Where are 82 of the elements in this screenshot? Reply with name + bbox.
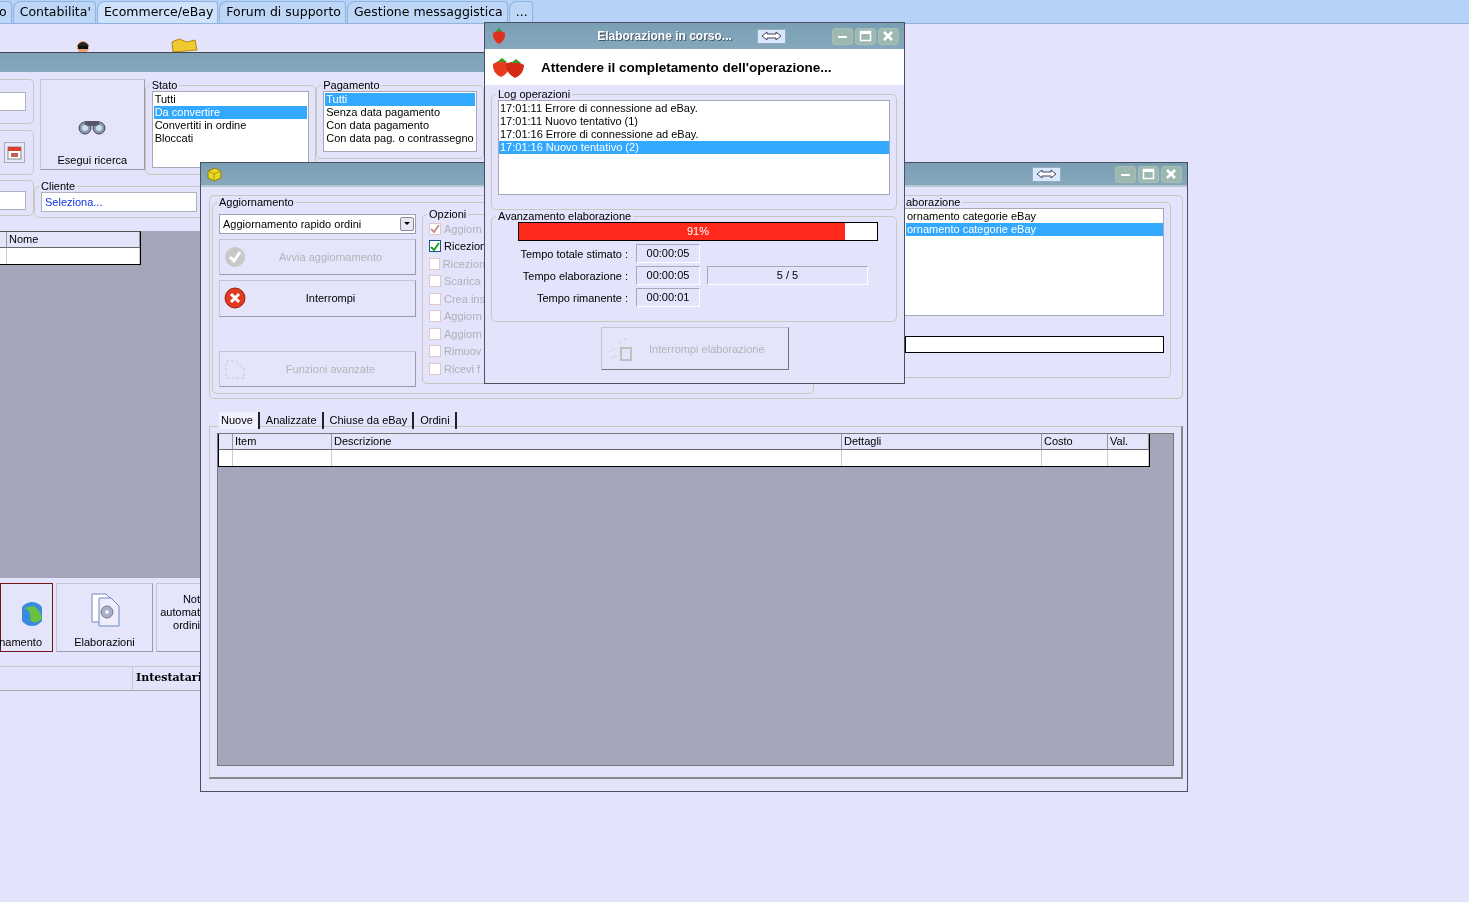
column-header: Val. [1108, 434, 1149, 450]
gear-document-icon [88, 592, 121, 628]
app-tab[interactable]: Ecommerce/eBay [96, 1, 219, 23]
list-item[interactable]: Tutti [153, 93, 308, 106]
count-value: 5 / 5 [707, 266, 868, 285]
group-title: Avanzamento elaborazione [497, 210, 633, 222]
list-item[interactable]: Con data pagamento [325, 119, 475, 132]
app-tab[interactable]: ... [508, 1, 533, 23]
log-entry[interactable]: 17:01:16 Errore di connessione ad eBay. [499, 128, 889, 141]
group-title: Stato [150, 79, 179, 91]
list-item[interactable]: Con data pag. o contrassegno [325, 132, 475, 145]
resize-button[interactable] [1032, 166, 1061, 182]
maximize-icon [1142, 168, 1155, 180]
maximize-button[interactable] [1138, 165, 1159, 183]
time-value: 00:00:05 [636, 244, 700, 263]
tab[interactable]: Analizzate [263, 411, 324, 429]
maximize-button[interactable] [855, 27, 876, 45]
message-text: Attendere il completamento dell'operazione... [541, 59, 832, 75]
text-field[interactable] [905, 336, 1164, 353]
calendar-icon [7, 145, 22, 160]
time-label: Tempo elaborazione : [521, 269, 629, 282]
column-header: Dettagli [842, 434, 1042, 450]
person-icon [75, 38, 91, 52]
close-button[interactable] [878, 27, 899, 45]
cube-icon [206, 165, 223, 183]
time-label: Tempo totale stimato : [519, 247, 629, 260]
resize-button[interactable] [757, 28, 786, 44]
tab[interactable]: Ordini [418, 411, 457, 429]
caret-icon [403, 221, 411, 227]
close-icon [1165, 168, 1178, 180]
app-tab[interactable]: Forum di supporto [219, 1, 346, 23]
dropdown[interactable]: Aggiornamento rapido ordini [219, 214, 416, 234]
action-button[interactable]: Interrompi [219, 280, 416, 317]
progress-percent: 91% [686, 224, 710, 239]
toolbar-button[interactable]: Not automat ordini [156, 583, 201, 652]
list-item[interactable]: Convertiti in ordine [153, 119, 308, 132]
calendar-button[interactable] [4, 142, 25, 163]
globe-icon [22, 600, 42, 628]
check-circle-icon [224, 245, 246, 268]
list-item[interactable]: Senza data pagamento [325, 106, 475, 119]
log-entry[interactable]: 17:01:11 Errore di connessione ad eBay. [499, 102, 889, 115]
row-header-cell [219, 434, 233, 450]
strawberry-icon [490, 27, 508, 45]
maximize-icon [859, 30, 872, 42]
customer-field[interactable]: Seleziona... [41, 192, 197, 212]
app-tab[interactable]: Contabilita' [12, 1, 96, 23]
group-title: Pagamento [322, 79, 381, 91]
toolbar-button[interactable]: Elaborazioni [56, 583, 153, 652]
search-button[interactable]: Esegui ricerca [40, 79, 145, 170]
text-field[interactable] [0, 190, 26, 210]
strawberries-icon [491, 55, 526, 79]
app-tab[interactable]: o [0, 1, 12, 23]
window-title: Elaborazione in corso... [596, 29, 733, 43]
list-item[interactable]: Bloccati [153, 132, 308, 145]
double-arrow-icon [761, 31, 782, 41]
close-button[interactable] [1161, 165, 1182, 183]
column-header: Nome [7, 232, 140, 248]
row-header-cell [0, 232, 7, 248]
group-title: Aggiornamento [218, 196, 295, 208]
group-title: Log operazioni [497, 88, 572, 100]
time-label: Tempo rimanente : [535, 291, 629, 304]
text-field[interactable] [0, 92, 26, 111]
cross-circle-icon [224, 287, 246, 310]
double-arrow-icon [1036, 169, 1057, 179]
dashed-page-icon [224, 357, 246, 380]
tab[interactable]: Nuove [219, 411, 260, 429]
log-entry[interactable]: 17:01:11 Nuovo tentativo (1) [499, 115, 889, 128]
column-header: Item [233, 434, 332, 450]
group-title: Cliente [40, 180, 77, 192]
time-value: 00:00:01 [636, 288, 700, 307]
column-header: Descrizione [332, 434, 842, 450]
checkbox[interactable] [429, 240, 441, 253]
time-value: 00:00:05 [636, 266, 700, 285]
app-tab[interactable]: Gestione messaggistica [346, 1, 508, 23]
minimize-button[interactable] [1115, 165, 1136, 183]
minimize-button[interactable] [832, 27, 853, 45]
list-item[interactable]: ornamento categorie eBay [906, 210, 1163, 223]
group-title: aborazione [905, 196, 962, 208]
column-header: Costo [1042, 434, 1108, 450]
group-title: Opzioni [428, 209, 468, 220]
close-icon [882, 30, 895, 42]
tab[interactable]: Chiuse da eBay [327, 411, 415, 429]
